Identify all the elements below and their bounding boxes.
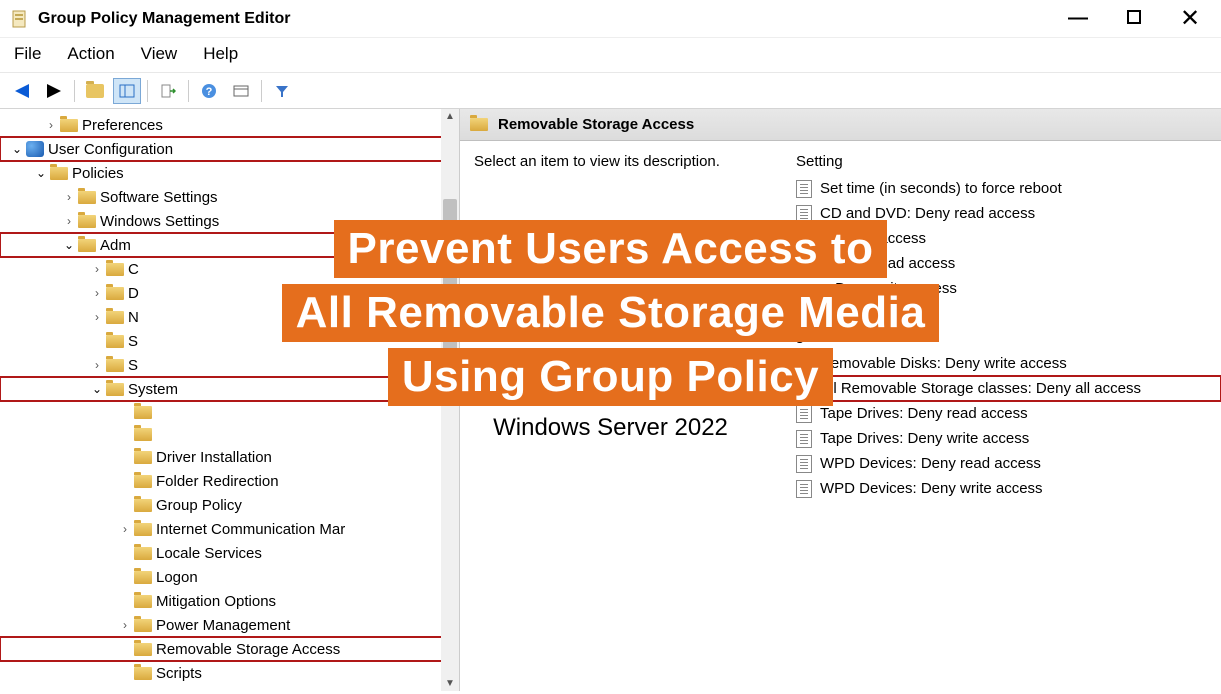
setting-row[interactable]: sses: Deny read access xyxy=(790,251,1221,276)
menu-file[interactable]: File xyxy=(14,44,41,64)
setting-row[interactable]: sses: Deny write access xyxy=(790,276,1221,301)
tree-item-scripts[interactable]: Scripts xyxy=(0,661,459,685)
svg-text:?: ? xyxy=(206,86,213,98)
tree-item-policies[interactable]: ⌄Policies xyxy=(0,161,459,185)
setting-row[interactable]: s xyxy=(790,301,1221,326)
show-hide-tree-button[interactable] xyxy=(113,78,141,104)
tree-item-d[interactable]: ›D xyxy=(0,281,459,305)
tree-item-locale-services[interactable]: Locale Services xyxy=(0,541,459,565)
menu-view[interactable]: View xyxy=(141,44,178,64)
description-column: Select an item to view its description. xyxy=(460,145,790,505)
properties-button[interactable] xyxy=(227,78,255,104)
setting-row[interactable]: WPD Devices: Deny read access xyxy=(790,451,1221,476)
tree-item-windows-settings[interactable]: ›Windows Settings xyxy=(0,209,459,233)
back-button[interactable] xyxy=(8,78,36,104)
policy-icon xyxy=(796,205,812,223)
filter-button[interactable] xyxy=(268,78,296,104)
tree-item-preferences[interactable]: ›Preferences xyxy=(0,113,459,137)
tree-item-mitigation[interactable]: Mitigation Options xyxy=(0,589,459,613)
menubar: File Action View Help xyxy=(0,38,1221,73)
tree-item-power-management[interactable]: ›Power Management xyxy=(0,613,459,637)
tree-item-removable-storage-access[interactable]: Removable Storage Access xyxy=(0,637,459,661)
tree-item-hidden1[interactable] xyxy=(0,401,459,423)
folder-icon xyxy=(470,118,488,131)
policy-icon xyxy=(796,405,812,423)
tree-pane[interactable]: ›Preferences ⌄User Configuration ⌄Polici… xyxy=(0,109,460,691)
policy-icon xyxy=(796,480,812,498)
minimize-button[interactable]: — xyxy=(1063,7,1093,30)
policy-icon xyxy=(796,455,812,473)
forward-button[interactable] xyxy=(40,78,68,104)
window-controls: — ✕ xyxy=(1063,4,1215,33)
setting-row[interactable]: CD and DVD: Deny read access xyxy=(790,201,1221,226)
setting-row[interactable]: Tape Drives: Deny read access xyxy=(790,401,1221,426)
app-icon xyxy=(10,9,30,29)
setting-row[interactable]: : Deny write access xyxy=(790,226,1221,251)
detail-title: Removable Storage Access xyxy=(498,116,694,133)
toolbar: ? xyxy=(0,73,1221,109)
settings-column: Setting Set time (in seconds) to force r… xyxy=(790,145,1221,505)
setting-row[interactable]: WPD Devices: Deny write access xyxy=(790,476,1221,501)
detail-pane: Removable Storage Access Select an item … xyxy=(460,109,1221,691)
tree-item-driver-installation[interactable]: Driver Installation xyxy=(0,445,459,469)
tree-item-hidden2[interactable] xyxy=(0,423,459,445)
setting-row[interactable]: Tape Drives: Deny write access xyxy=(790,426,1221,451)
tree-item-s2[interactable]: ›S xyxy=(0,353,459,377)
tree-item-user-configuration[interactable]: ⌄User Configuration xyxy=(0,137,459,161)
description-prompt: Select an item to view its description. xyxy=(474,153,720,170)
tree-item-n[interactable]: ›N xyxy=(0,305,459,329)
tree-item-internet-comm[interactable]: ›Internet Communication Mar xyxy=(0,517,459,541)
tree-item-admin-templates[interactable]: ⌄Adm xyxy=(0,233,459,257)
tree-item-s1[interactable]: S xyxy=(0,329,459,353)
content-area: ›Preferences ⌄User Configuration ⌄Polici… xyxy=(0,109,1221,691)
detail-header: Removable Storage Access xyxy=(460,109,1221,141)
policy-icon xyxy=(796,430,812,448)
export-list-button[interactable] xyxy=(154,78,182,104)
titlebar: Group Policy Management Editor — ✕ xyxy=(0,0,1221,38)
menu-action[interactable]: Action xyxy=(67,44,114,64)
close-button[interactable]: ✕ xyxy=(1175,4,1205,33)
tree-item-software-settings[interactable]: ›Software Settings xyxy=(0,185,459,209)
help-button[interactable]: ? xyxy=(195,78,223,104)
policy-icon xyxy=(796,380,812,398)
up-folder-button[interactable] xyxy=(81,78,109,104)
maximize-button[interactable] xyxy=(1119,7,1149,30)
tree-item-system[interactable]: ⌄System xyxy=(0,377,459,401)
setting-row[interactable]: Removable Disks: Deny write access xyxy=(790,351,1221,376)
window-title: Group Policy Management Editor xyxy=(38,10,1063,28)
setting-row[interactable]: s xyxy=(790,326,1221,351)
tree-item-c[interactable]: ›C xyxy=(0,257,459,281)
setting-row[interactable]: Set time (in seconds) to force reboot xyxy=(790,176,1221,201)
policy-icon xyxy=(796,355,812,373)
tree-item-logon[interactable]: Logon xyxy=(0,565,459,589)
setting-row-all-removable[interactable]: All Removable Storage classes: Deny all … xyxy=(790,376,1221,401)
tree-item-group-policy[interactable]: Group Policy xyxy=(0,493,459,517)
menu-help[interactable]: Help xyxy=(203,44,238,64)
tree-item-folder-redirection[interactable]: Folder Redirection xyxy=(0,469,459,493)
settings-column-header[interactable]: Setting xyxy=(790,149,1221,176)
tree-scrollbar[interactable]: ▲▼ xyxy=(441,109,459,691)
policy-icon xyxy=(796,180,812,198)
